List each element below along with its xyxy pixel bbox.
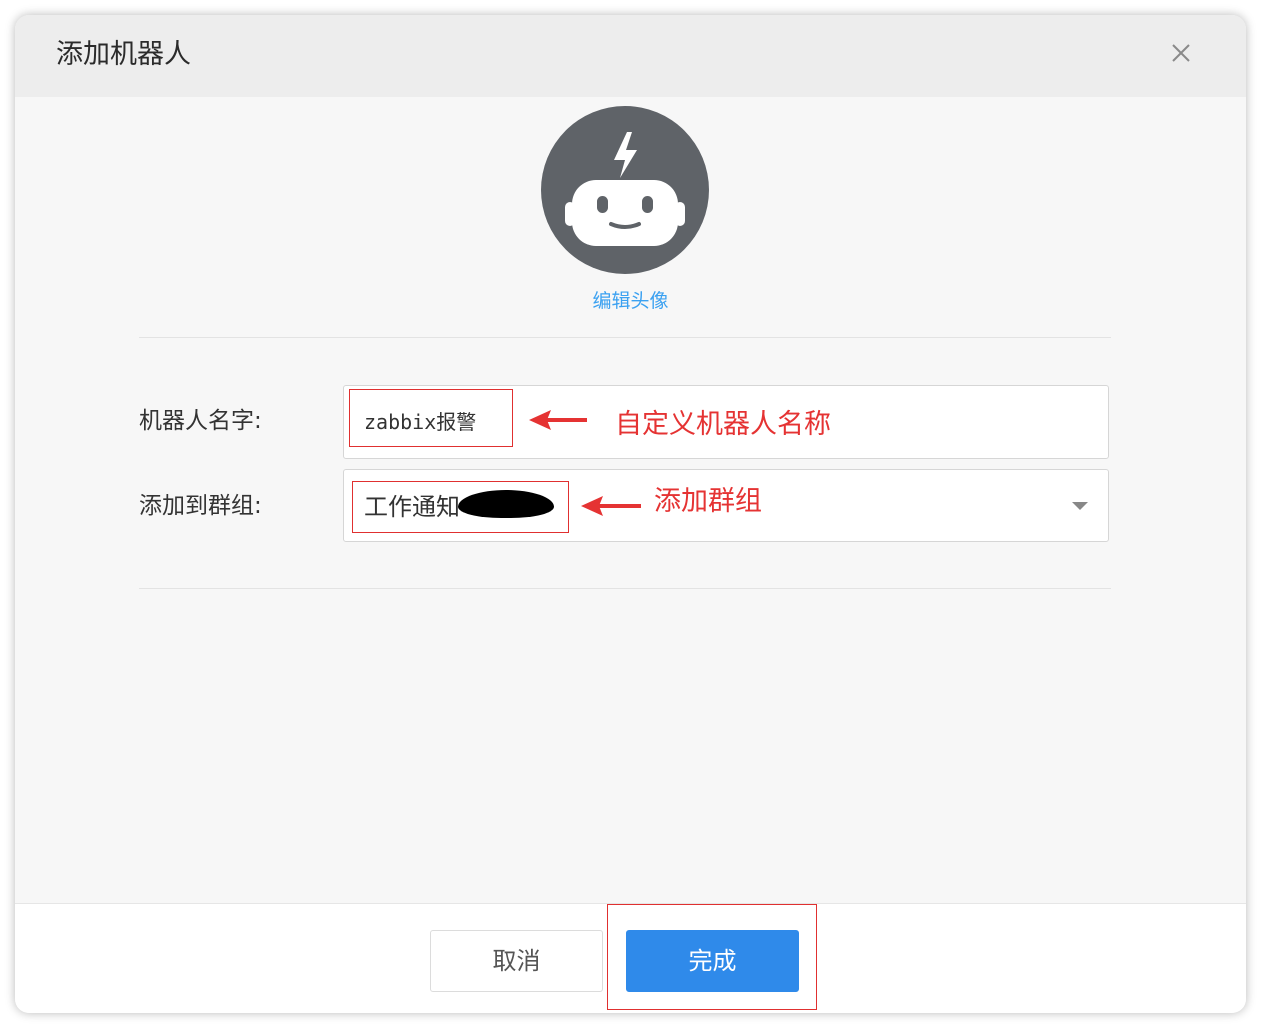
dialog-title: 添加机器人 — [56, 39, 191, 70]
robot-name-label: 机器人名字: — [139, 408, 262, 434]
name-annotation: 自定义机器人名称 — [615, 409, 831, 440]
edit-avatar-link[interactable]: 编辑头像 — [15, 288, 1246, 314]
divider-bottom — [139, 588, 1111, 589]
cancel-button[interactable]: 取消 — [430, 930, 603, 992]
caret-down-icon — [1072, 502, 1088, 510]
divider-top — [139, 337, 1111, 338]
group-label: 添加到群组: — [139, 493, 262, 519]
group-highlight-box — [352, 481, 569, 533]
add-robot-dialog: 添加机器人 编辑头像 机器人名字: zabbix报警 自定义机器人名称 添加到群… — [15, 15, 1246, 1013]
name-highlight-box — [349, 389, 513, 447]
done-highlight-box — [607, 904, 817, 1010]
robot-avatar-icon[interactable] — [541, 106, 709, 274]
group-arrow-icon — [581, 496, 641, 516]
dialog-footer: 取消 完成 — [15, 903, 1246, 1013]
group-annotation: 添加群组 — [654, 486, 762, 517]
name-arrow-icon — [529, 410, 587, 430]
dialog-header: 添加机器人 — [15, 15, 1246, 97]
close-icon[interactable] — [1167, 39, 1195, 67]
